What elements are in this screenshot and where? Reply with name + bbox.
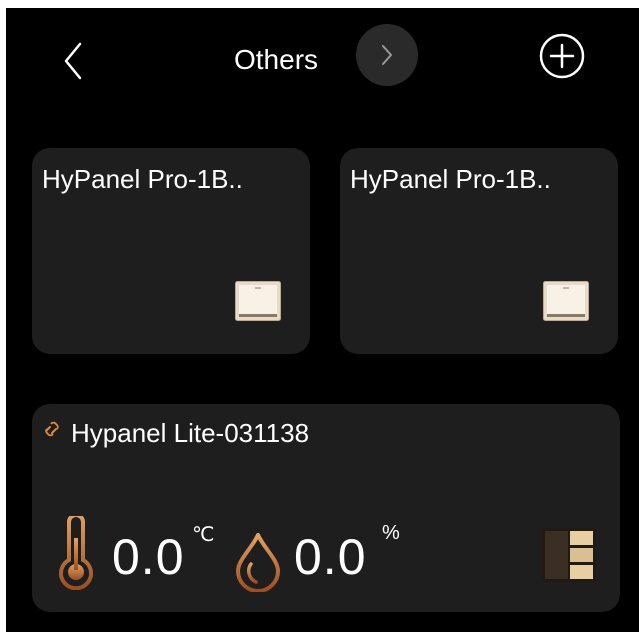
device-card[interactable]: HyPanel Pro-1B..: [32, 148, 310, 354]
humidity-value: 0.0: [294, 529, 367, 585]
link-broken-icon: [45, 421, 59, 437]
device-name: HyPanel Pro-1B..: [350, 164, 551, 194]
thermometer-icon: [59, 516, 93, 590]
temperature-value: 0.0: [112, 529, 185, 585]
temperature-unit: ℃: [192, 524, 215, 546]
humidity-drop-icon: [236, 533, 280, 592]
chevron-left-icon: [64, 42, 82, 80]
light-switch-icon: [543, 281, 589, 321]
chevron-right-icon: [382, 45, 392, 65]
light-switch-icon: [235, 281, 281, 321]
switch-panel-icon: [542, 528, 596, 582]
add-button[interactable]: [538, 32, 586, 80]
device-card[interactable]: HyPanel Pro-1B..: [340, 148, 618, 354]
app-screen: Others HyPanel Pro-1B.. HyPanel Pro-1B..: [6, 8, 639, 632]
device-name: Hypanel Lite-031138: [71, 418, 310, 448]
humidity-unit: %: [382, 522, 400, 544]
device-name: HyPanel Pro-1B..: [42, 164, 243, 194]
plus-circle-icon: [539, 33, 585, 79]
next-button[interactable]: [356, 24, 418, 86]
back-button[interactable]: [56, 38, 96, 84]
page-title: Others: [234, 44, 319, 75]
sensor-panel-card[interactable]: Hypanel Lite-031138 0.0 ℃ 0.0 %: [32, 404, 620, 612]
